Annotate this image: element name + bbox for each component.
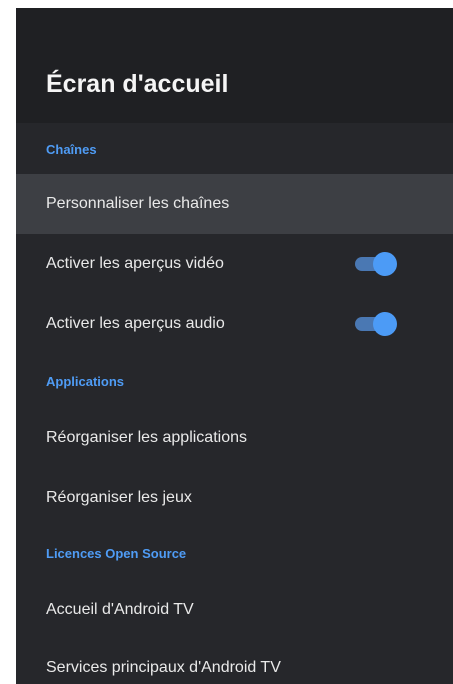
audio-previews-item[interactable]: Activer les aperçus audio: [16, 294, 453, 354]
audio-previews-label: Activer les aperçus audio: [46, 315, 225, 332]
section-header-applications: Applications: [46, 374, 125, 389]
video-previews-label: Activer les aperçus vidéo: [46, 255, 224, 272]
section-header-channels: Chaînes: [46, 142, 97, 157]
customize-channels-item[interactable]: Personnaliser les chaînes: [16, 174, 453, 234]
android-tv-home-label: Accueil d'Android TV: [46, 601, 194, 618]
toggle-thumb: [373, 252, 397, 276]
android-tv-home-item[interactable]: Accueil d'Android TV: [16, 580, 453, 640]
settings-panel: Écran d'accueil Chaînes Personnaliser le…: [16, 8, 453, 684]
section-header-licenses: Licences Open Source: [46, 546, 187, 561]
toggle-thumb: [373, 312, 397, 336]
video-previews-item[interactable]: Activer les aperçus vidéo: [16, 234, 453, 294]
android-tv-core-services-item[interactable]: Services principaux d'Android TV: [16, 638, 453, 684]
reorder-apps-label: Réorganiser les applications: [46, 429, 247, 446]
reorder-apps-item[interactable]: Réorganiser les applications: [16, 408, 453, 468]
reorder-games-label: Réorganiser les jeux: [46, 489, 192, 506]
page-title: Écran d'accueil: [46, 70, 229, 98]
video-previews-toggle[interactable]: [353, 251, 397, 277]
android-tv-core-services-label: Services principaux d'Android TV: [46, 659, 281, 676]
customize-channels-label: Personnaliser les chaînes: [46, 195, 230, 212]
reorder-games-item[interactable]: Réorganiser les jeux: [16, 468, 453, 528]
panel-header: Écran d'accueil: [16, 8, 453, 123]
audio-previews-toggle[interactable]: [353, 311, 397, 337]
